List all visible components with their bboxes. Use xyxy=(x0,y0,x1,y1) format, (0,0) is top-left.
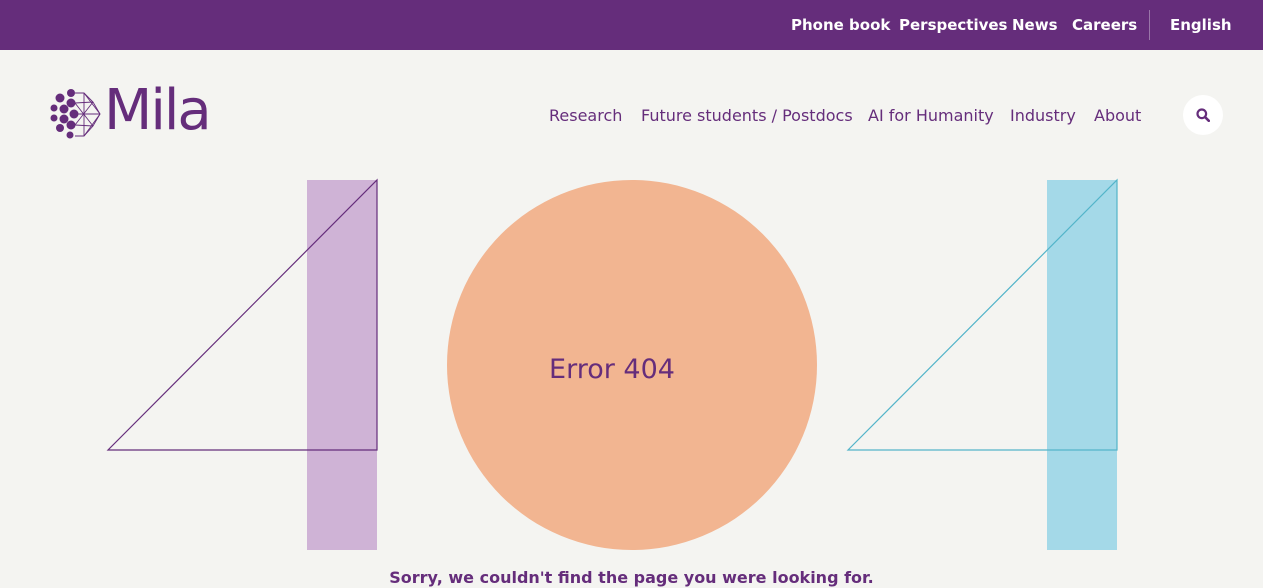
error-message: Sorry, we couldn't find the page you wer… xyxy=(389,568,874,587)
second-four-bar xyxy=(1047,180,1117,550)
error-404-illustration xyxy=(106,178,1118,550)
error-title: Error 404 xyxy=(549,354,675,385)
first-four-bar xyxy=(307,180,377,550)
